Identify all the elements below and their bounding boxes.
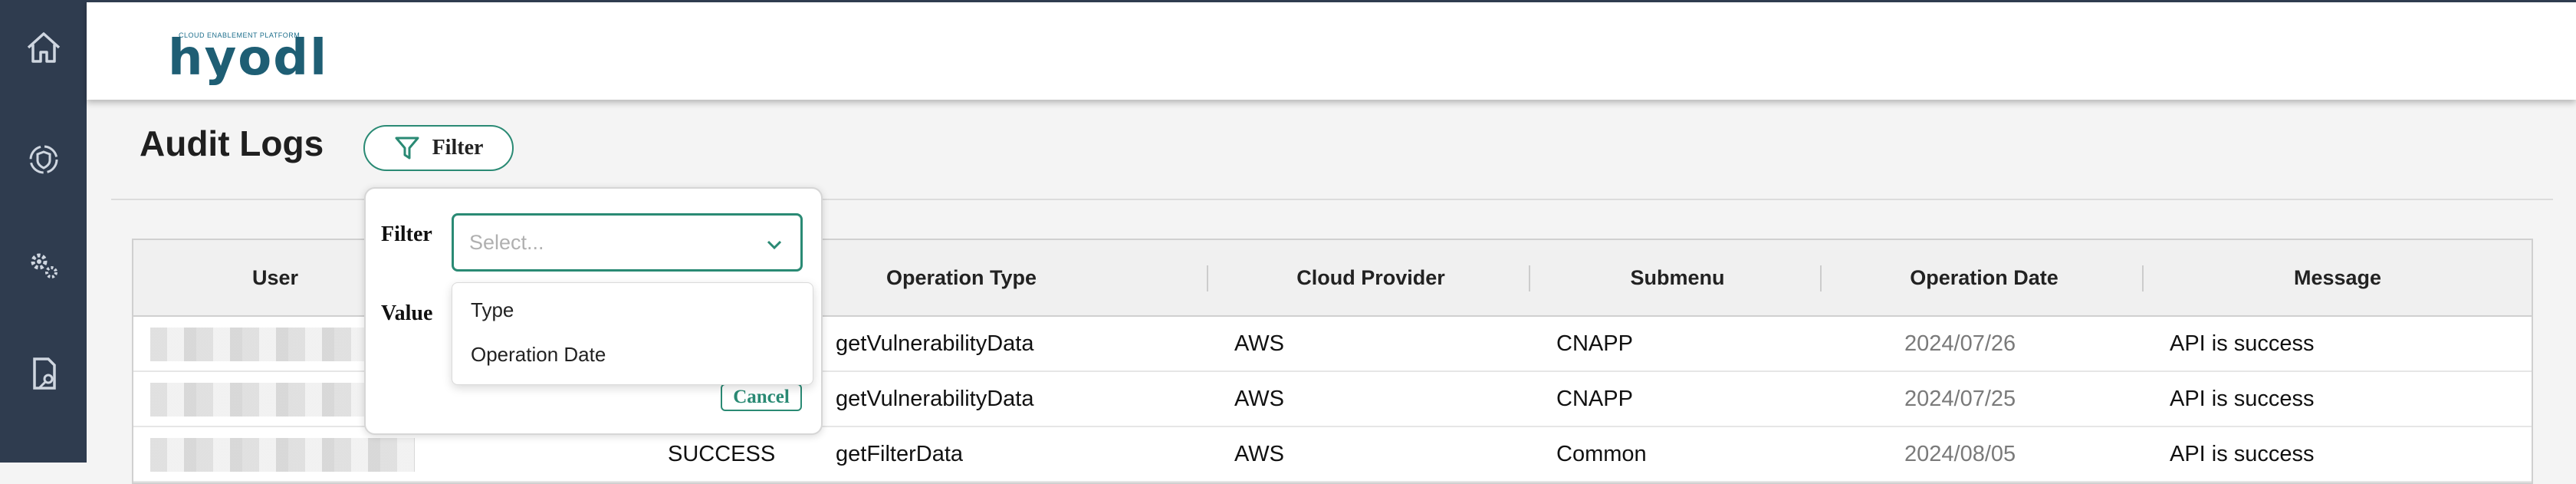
filter-button[interactable]: Filter	[363, 125, 514, 171]
cell-cloud-provider: AWS	[1234, 441, 1284, 466]
cell-operation-date: 2024/07/26	[1904, 331, 2016, 356]
menu-option-type[interactable]: Type	[471, 298, 514, 322]
cancel-button[interactable]: Cancel	[721, 384, 802, 411]
shield-icon	[29, 145, 58, 174]
column-separator	[1529, 265, 1530, 291]
value-field-label: Value	[381, 301, 433, 325]
column-separator	[2142, 265, 2144, 291]
cell-operation-type: getFilterData	[836, 441, 964, 466]
column-header-operation-date[interactable]: Operation Date	[1824, 240, 2144, 315]
column-header-cloud-provider[interactable]: Cloud Provider	[1211, 240, 1531, 315]
sidebar-item-home[interactable]	[0, 2, 87, 94]
cell-cloud-provider: AWS	[1234, 386, 1284, 411]
cell-submenu: Common	[1556, 441, 1647, 466]
sidebar	[0, 0, 87, 463]
column-header-message[interactable]: Message	[2146, 240, 2529, 315]
cell-operation-type: getVulnerabilityData	[836, 331, 1034, 356]
column-separator	[1820, 265, 1822, 291]
filter-field-label: Filter	[381, 222, 432, 246]
column-separator	[1207, 265, 1208, 291]
cell-operation-type: getVulnerabilityData	[836, 386, 1034, 411]
filter-select[interactable]: Select...	[452, 213, 803, 272]
logo-wordmark: hyodl	[168, 30, 328, 87]
gear-icon	[31, 253, 58, 278]
redacted-user	[150, 328, 373, 361]
column-header-operation-type[interactable]: Operation Type	[823, 240, 1099, 315]
table-row[interactable]: SUCCESS getFilterData AWS Common 2024/08…	[133, 427, 2532, 482]
sidebar-item-documents[interactable]	[0, 328, 87, 420]
cell-submenu: CNAPP	[1556, 386, 1633, 411]
cell-submenu: CNAPP	[1556, 331, 1633, 356]
cell-message: API is success	[2170, 441, 2315, 466]
funnel-icon	[395, 137, 419, 160]
menu-option-operation-date[interactable]: Operation Date	[471, 343, 606, 367]
cell-operation-date: 2024/08/05	[1904, 441, 2016, 466]
cell-status: SUCCESS	[668, 441, 776, 466]
filter-options-menu: Type Operation Date	[452, 282, 813, 385]
cell-message: API is success	[2170, 386, 2315, 411]
chevron-down-icon	[767, 240, 782, 250]
column-header-submenu[interactable]: Submenu	[1533, 240, 1822, 315]
home-icon	[27, 32, 60, 63]
sidebar-item-security[interactable]	[0, 114, 87, 206]
filter-button-label: Filter	[432, 136, 484, 160]
sidebar-item-settings[interactable]	[0, 219, 87, 311]
redacted-user	[150, 383, 365, 417]
redacted-user	[150, 438, 415, 472]
cell-message: API is success	[2170, 331, 2315, 356]
document-key-icon	[32, 357, 56, 390]
page-title: Audit Logs	[140, 123, 324, 163]
cell-cloud-provider: AWS	[1234, 331, 1284, 356]
filter-select-placeholder: Select...	[469, 231, 544, 254]
top-bar: CLOUD ENABLEMENT PLATFORM hyodl	[87, 0, 2576, 100]
filter-popover: Filter Value Select... Cancel Type Opera…	[364, 187, 823, 435]
cell-operation-date: 2024/07/25	[1904, 386, 2016, 411]
